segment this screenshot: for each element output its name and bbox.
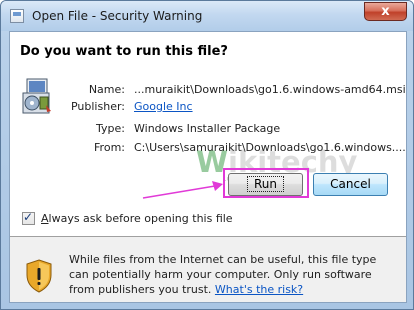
type-label: Type: — [96, 122, 125, 135]
always-ask-option[interactable]: ✓ Always ask before opening this file — [22, 210, 233, 226]
title-bar[interactable]: Open File - Security Warning x — [1, 1, 413, 31]
dialog-content: Do you want to run this file? Name: ...m… — [9, 31, 407, 303]
file-type-value: Windows Installer Package — [134, 122, 281, 135]
publisher-label: Publisher: — [70, 100, 125, 113]
window-title: Open File - Security Warning — [32, 9, 203, 23]
name-label: Name: — [88, 83, 125, 96]
publisher-link[interactable]: Google Inc — [134, 100, 193, 113]
always-ask-label-text: lways ask before opening this file — [48, 211, 233, 225]
pointer-arrow-annotation — [142, 181, 223, 199]
whats-the-risk-link[interactable]: What's the risk? — [215, 283, 303, 296]
always-ask-checkbox[interactable]: ✓ — [22, 209, 35, 225]
run-button[interactable]: Run — [228, 173, 303, 196]
always-ask-label[interactable]: Always ask before opening this file — [41, 212, 233, 225]
run-button-label: Run — [246, 176, 284, 192]
always-ask-accelerator: A — [41, 211, 49, 225]
installer-package-icon — [22, 78, 51, 114]
checkmark-icon: ✓ — [23, 209, 34, 224]
security-warning-dialog: Open File - Security Warning x Do you wa… — [0, 0, 414, 310]
file-source-value: C:\Users\samuraikit\Downloads\go1.6.wind… — [134, 141, 406, 154]
from-label: From: — [94, 141, 125, 154]
security-warning-shield-icon — [26, 259, 52, 293]
warning-panel: While files from the Internet can be use… — [10, 237, 406, 302]
window-app-icon — [10, 9, 24, 23]
file-name-value: ...muraikit\Downloads\go1.6.windows-amd6… — [134, 83, 406, 96]
security-warning-text: While files from the Internet can be use… — [69, 252, 399, 297]
close-icon: x — [381, 4, 390, 19]
cancel-button[interactable]: Cancel — [313, 173, 388, 196]
close-button[interactable]: x — [364, 2, 407, 21]
dialog-question: Do you want to run this file? — [20, 44, 228, 59]
